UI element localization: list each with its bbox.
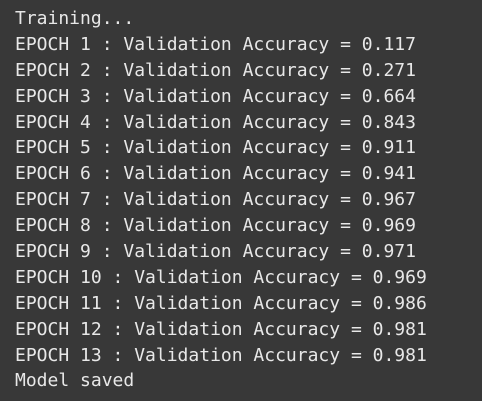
epoch-line-11: EPOCH 11 : Validation Accuracy = 0.986 bbox=[15, 292, 427, 314]
epoch-line-8: EPOCH 8 : Validation Accuracy = 0.969 bbox=[15, 215, 416, 237]
epoch-line-5: EPOCH 5 : Validation Accuracy = 0.911 bbox=[15, 137, 416, 159]
status-line-training: Training... bbox=[15, 8, 135, 29]
epoch-line-13: EPOCH 13 : Validation Accuracy = 0.981 bbox=[15, 344, 427, 366]
epoch-line-12: EPOCH 12 : Validation Accuracy = 0.981 bbox=[15, 318, 427, 340]
epoch-line-6: EPOCH 6 : Validation Accuracy = 0.941 bbox=[15, 163, 416, 185]
epoch-line-4: EPOCH 4 : Validation Accuracy = 0.843 bbox=[15, 111, 416, 133]
epoch-line-10: EPOCH 10 : Validation Accuracy = 0.969 bbox=[15, 266, 427, 288]
status-line-model-saved: Model saved bbox=[15, 370, 135, 392]
console-output: Training... EPOCH 1 : Validation Accurac… bbox=[0, 0, 482, 401]
epoch-line-1: EPOCH 1 : Validation Accuracy = 0.117 bbox=[15, 33, 416, 55]
epoch-line-3: EPOCH 3 : Validation Accuracy = 0.664 bbox=[15, 85, 416, 107]
epoch-line-2: EPOCH 2 : Validation Accuracy = 0.271 bbox=[15, 59, 416, 81]
epoch-line-9: EPOCH 9 : Validation Accuracy = 0.971 bbox=[15, 241, 416, 263]
epoch-line-7: EPOCH 7 : Validation Accuracy = 0.967 bbox=[15, 189, 416, 211]
